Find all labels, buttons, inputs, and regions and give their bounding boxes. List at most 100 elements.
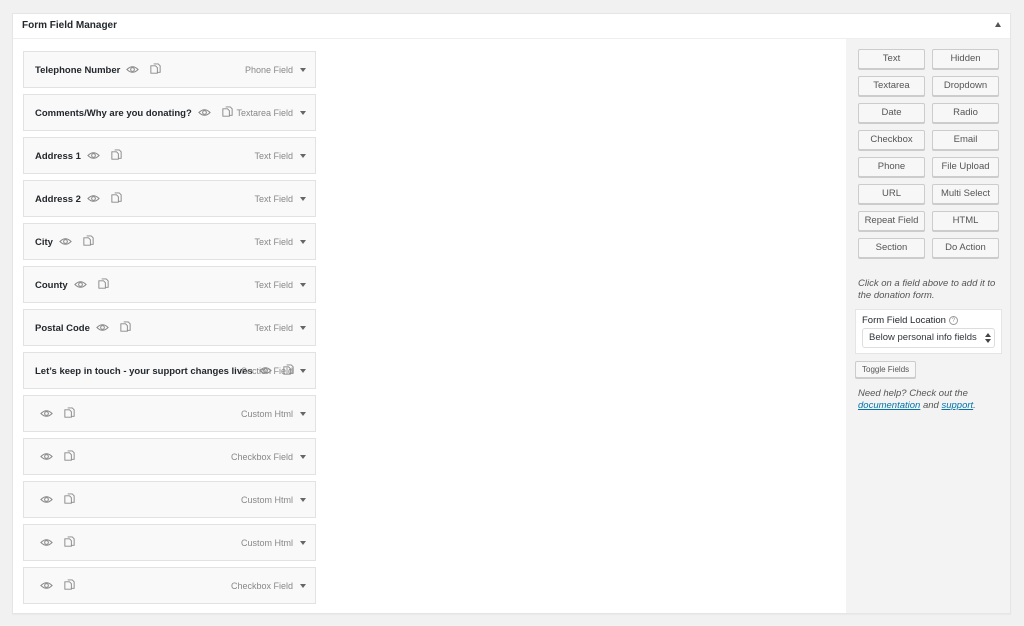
caret-down-icon[interactable] bbox=[300, 584, 306, 588]
field-label: Let’s keep in touch - your support chang… bbox=[35, 366, 253, 377]
add-field-button[interactable]: Repeat Field bbox=[858, 211, 925, 231]
need-help-text: Need help? Check out the documentation a… bbox=[858, 388, 1008, 412]
field-type-label: Text Field bbox=[254, 194, 293, 204]
caret-down-icon[interactable] bbox=[300, 111, 306, 115]
copy-icon[interactable] bbox=[221, 106, 234, 119]
field-row[interactable]: Checkbox Field bbox=[23, 567, 316, 604]
field-label: Comments/Why are you donating? bbox=[35, 108, 192, 119]
add-field-button[interactable]: Hidden bbox=[932, 49, 999, 69]
eye-icon[interactable] bbox=[87, 192, 100, 205]
field-actions bbox=[198, 106, 234, 119]
caret-down-icon[interactable] bbox=[300, 326, 306, 330]
add-field-button[interactable]: Radio bbox=[932, 103, 999, 123]
eye-icon[interactable] bbox=[40, 450, 53, 463]
field-row[interactable]: County Text Field bbox=[23, 266, 316, 303]
copy-icon[interactable] bbox=[63, 493, 76, 506]
copy-icon[interactable] bbox=[97, 278, 110, 291]
form-field-manager-panel: Form Field Manager Telephone Number Phone… bbox=[12, 13, 1011, 614]
copy-icon[interactable] bbox=[63, 450, 76, 463]
caret-down-icon[interactable] bbox=[300, 541, 306, 545]
need-help-prefix: Need help? Check out the bbox=[858, 388, 968, 399]
eye-icon[interactable] bbox=[87, 149, 100, 162]
collapse-toggle-icon[interactable] bbox=[995, 22, 1001, 27]
eye-icon[interactable] bbox=[126, 63, 139, 76]
add-field-button[interactable]: Do Action bbox=[932, 238, 999, 258]
add-field-button[interactable]: Checkbox bbox=[858, 130, 925, 150]
field-row[interactable]: Telephone Number Phone Field bbox=[23, 51, 316, 88]
copy-icon[interactable] bbox=[82, 235, 95, 248]
add-field-button[interactable]: Textarea bbox=[858, 76, 925, 96]
field-label: Postal Code bbox=[35, 323, 90, 334]
add-field-button[interactable]: Phone bbox=[858, 157, 925, 177]
eye-icon[interactable] bbox=[40, 579, 53, 592]
support-link[interactable]: support bbox=[941, 400, 973, 411]
caret-down-icon[interactable] bbox=[300, 455, 306, 459]
field-actions bbox=[87, 192, 123, 205]
eye-icon[interactable] bbox=[40, 407, 53, 420]
eye-icon[interactable] bbox=[59, 235, 72, 248]
field-label: Telephone Number bbox=[35, 65, 121, 76]
add-field-button[interactable]: Dropdown bbox=[932, 76, 999, 96]
caret-down-icon[interactable] bbox=[300, 412, 306, 416]
add-field-button[interactable]: Section bbox=[858, 238, 925, 258]
add-field-button[interactable]: Multi Select bbox=[932, 184, 999, 204]
eye-icon[interactable] bbox=[40, 536, 53, 549]
field-row[interactable]: Custom Html bbox=[23, 395, 316, 432]
location-select-value: Below personal info fields bbox=[869, 332, 977, 343]
copy-icon[interactable] bbox=[110, 192, 123, 205]
caret-down-icon[interactable] bbox=[300, 197, 306, 201]
caret-down-icon[interactable] bbox=[300, 369, 306, 373]
field-label: City bbox=[35, 237, 53, 248]
field-row[interactable]: Postal Code Text Field bbox=[23, 309, 316, 346]
copy-icon[interactable] bbox=[149, 63, 162, 76]
add-field-button[interactable]: Date bbox=[858, 103, 925, 123]
field-actions bbox=[59, 235, 95, 248]
copy-icon[interactable] bbox=[119, 321, 132, 334]
field-actions bbox=[40, 536, 76, 549]
eye-icon[interactable] bbox=[96, 321, 109, 334]
need-help-middle: and bbox=[922, 400, 939, 411]
field-type-label: Textarea Field bbox=[236, 108, 293, 118]
panel-header[interactable]: Form Field Manager bbox=[13, 14, 1010, 39]
location-select[interactable]: Below personal info fields bbox=[862, 328, 995, 348]
eye-icon[interactable] bbox=[40, 493, 53, 506]
location-label-text: Form Field Location bbox=[862, 315, 946, 326]
caret-down-icon[interactable] bbox=[300, 240, 306, 244]
field-row[interactable]: Let’s keep in touch - your support chang… bbox=[23, 352, 316, 389]
add-field-button[interactable]: File Upload bbox=[932, 157, 999, 177]
field-row[interactable]: Comments/Why are you donating? Textarea F… bbox=[23, 94, 316, 131]
caret-down-icon[interactable] bbox=[300, 68, 306, 72]
field-label: County bbox=[35, 280, 68, 291]
field-type-label: Text Field bbox=[254, 151, 293, 161]
field-row[interactable]: Custom Html bbox=[23, 524, 316, 561]
caret-down-icon[interactable] bbox=[300, 283, 306, 287]
field-type-label: Section Field bbox=[240, 366, 293, 376]
toggle-fields-button[interactable]: Toggle Fields bbox=[855, 361, 917, 378]
panel-title: Form Field Manager bbox=[22, 20, 118, 31]
field-row[interactable]: Custom Html bbox=[23, 481, 316, 518]
field-type-label: Text Field bbox=[254, 237, 293, 247]
field-actions bbox=[40, 407, 76, 420]
field-row[interactable]: Checkbox Field bbox=[23, 438, 316, 475]
eye-icon[interactable] bbox=[198, 106, 211, 119]
caret-down-icon[interactable] bbox=[300, 154, 306, 158]
documentation-link[interactable]: documentation bbox=[858, 400, 920, 411]
add-field-button[interactable]: Email bbox=[932, 130, 999, 150]
add-field-button[interactable]: HTML bbox=[932, 211, 999, 231]
form-field-location: Form Field Location ? Below personal inf… bbox=[855, 309, 1002, 354]
field-row[interactable]: Address 2 Text Field bbox=[23, 180, 316, 217]
field-actions bbox=[40, 493, 76, 506]
need-help-suffix: . bbox=[973, 400, 976, 411]
copy-icon[interactable] bbox=[63, 536, 76, 549]
caret-down-icon[interactable] bbox=[300, 498, 306, 502]
question-circle-icon[interactable]: ? bbox=[948, 316, 958, 325]
add-field-button[interactable]: URL bbox=[858, 184, 925, 204]
copy-icon[interactable] bbox=[63, 579, 76, 592]
copy-icon[interactable] bbox=[110, 149, 123, 162]
field-row[interactable]: Address 1 Text Field bbox=[23, 137, 316, 174]
add-field-button[interactable]: Text bbox=[858, 49, 925, 69]
fields-list: Telephone Number Phone Field Comments/Why … bbox=[13, 39, 846, 613]
copy-icon[interactable] bbox=[63, 407, 76, 420]
field-row[interactable]: City Text Field bbox=[23, 223, 316, 260]
eye-icon[interactable] bbox=[74, 278, 87, 291]
